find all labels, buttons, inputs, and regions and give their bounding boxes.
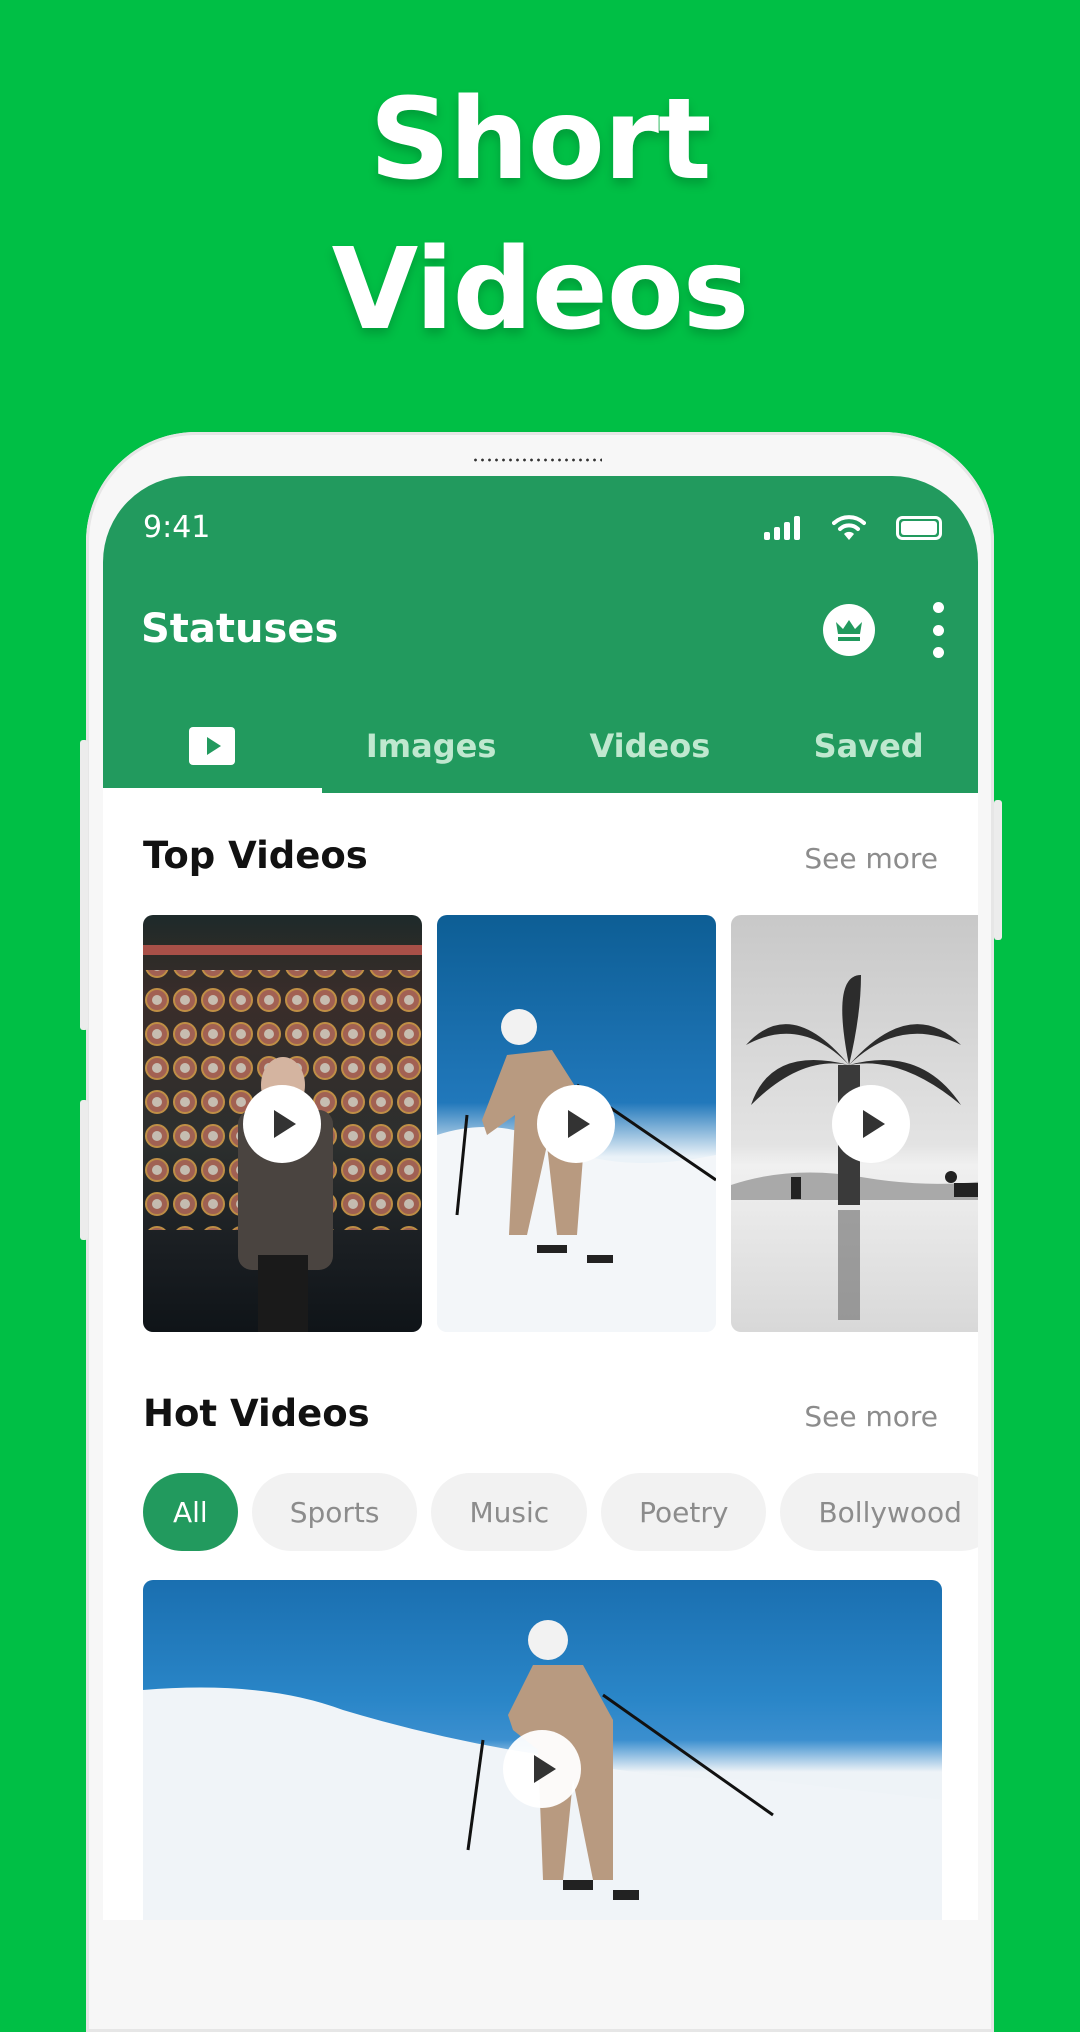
battery-icon	[896, 516, 942, 540]
tab-videos[interactable]: Videos	[541, 698, 760, 793]
app-title: Statuses	[141, 606, 339, 652]
filter-chip-sports[interactable]: Sports	[251, 1473, 418, 1551]
headline-line-2: Videos	[331, 225, 750, 355]
phone-speaker	[472, 458, 602, 462]
hot-videos-see-more[interactable]: See more	[804, 1400, 938, 1433]
phone-side-button	[80, 1100, 88, 1240]
tab-status[interactable]	[103, 698, 322, 793]
premium-button[interactable]	[823, 604, 875, 656]
signal-icon	[764, 516, 800, 540]
status-time: 9:41	[143, 510, 211, 545]
video-card[interactable]	[143, 915, 422, 1332]
filter-chip-music[interactable]: Music	[431, 1473, 588, 1551]
featured-video-card[interactable]	[143, 1580, 942, 1920]
headline-line-1: Short	[369, 75, 711, 205]
video-card[interactable]	[437, 915, 716, 1332]
phone-side-button	[994, 800, 1002, 940]
play-button[interactable]	[503, 1730, 581, 1808]
app-bar: 9:41 Statuses Images Videos Saved	[103, 476, 978, 793]
hot-videos-title: Hot Videos	[143, 1392, 370, 1435]
crown-icon	[836, 620, 862, 641]
app-screen: 9:41 Statuses Images Videos Saved Top Vi…	[103, 476, 978, 1920]
category-filters: All Sports Music Poetry Bollywood	[143, 1473, 978, 1551]
phone-side-button	[80, 740, 88, 1030]
top-videos-title: Top Videos	[143, 834, 368, 877]
play-button[interactable]	[537, 1085, 615, 1163]
tab-images[interactable]: Images	[322, 698, 541, 793]
more-vertical-icon	[932, 602, 944, 613]
top-videos-see-more[interactable]: See more	[804, 842, 938, 875]
more-vertical-icon	[932, 647, 944, 658]
promo-headline: Short Videos	[0, 65, 1080, 365]
status-icons	[764, 514, 942, 540]
filter-chip-all[interactable]: All	[143, 1473, 238, 1551]
more-vertical-icon	[932, 624, 944, 636]
filter-chip-bollywood[interactable]: Bollywood	[780, 1473, 978, 1551]
play-icon	[189, 726, 236, 765]
filter-chip-poetry[interactable]: Poetry	[601, 1473, 767, 1551]
play-button[interactable]	[832, 1085, 910, 1163]
video-card[interactable]	[731, 915, 978, 1332]
wifi-icon	[832, 515, 866, 540]
more-options-button[interactable]	[923, 602, 953, 658]
tab-saved[interactable]: Saved	[759, 698, 978, 793]
tab-bar: Images Videos Saved	[103, 698, 978, 793]
play-button[interactable]	[243, 1085, 321, 1163]
